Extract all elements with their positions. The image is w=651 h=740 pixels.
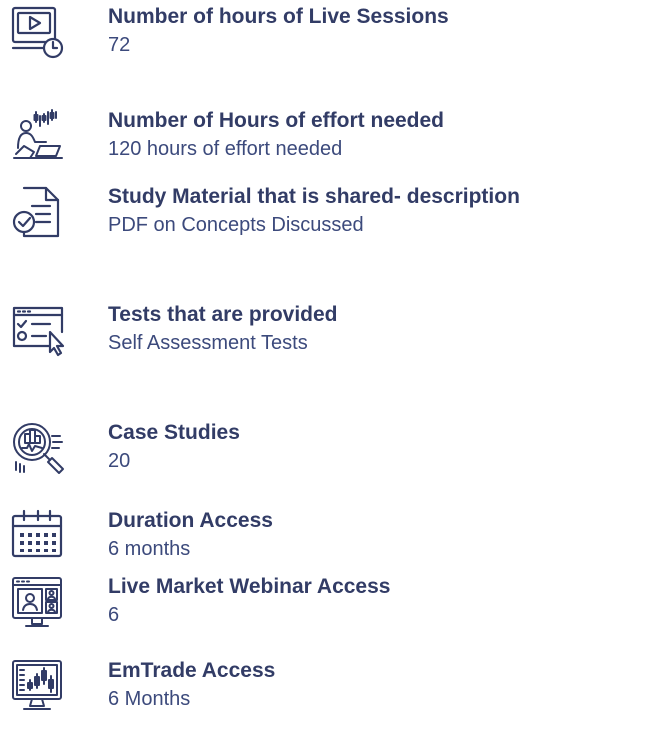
- test-checklist-cursor-icon: [10, 302, 66, 358]
- item-title: Tests that are provided: [108, 303, 338, 326]
- item-title: Study Material that is shared- descripti…: [108, 185, 520, 208]
- calendar-icon: [10, 508, 66, 564]
- item-title: EmTrade Access: [108, 659, 276, 682]
- webinar-screen-icon: [10, 574, 66, 630]
- candlestick-monitor-icon: [10, 658, 66, 714]
- item-value: 20: [108, 450, 131, 472]
- item-title: Case Studies: [108, 421, 240, 444]
- item-value: 120 hours of effort needed: [108, 138, 343, 160]
- item-value: 72: [108, 34, 131, 56]
- video-clock-icon: [10, 4, 66, 60]
- item-title: Number of Hours of effort needed: [108, 109, 445, 132]
- document-check-icon: [10, 184, 66, 240]
- magnifier-chart-icon: [10, 420, 66, 476]
- person-laptop-chart-icon: [10, 108, 66, 164]
- item-value: 6: [108, 604, 120, 626]
- item-title: Number of hours of Live Sessions: [108, 5, 449, 28]
- item-value: 6 Months: [108, 688, 191, 710]
- item-value: Self Assessment Tests: [108, 332, 308, 354]
- item-value: 6 months: [108, 538, 191, 560]
- item-value: PDF on Concepts Discussed: [108, 214, 364, 236]
- item-title: Duration Access: [108, 509, 273, 532]
- item-title: Live Market Webinar Access: [108, 575, 391, 598]
